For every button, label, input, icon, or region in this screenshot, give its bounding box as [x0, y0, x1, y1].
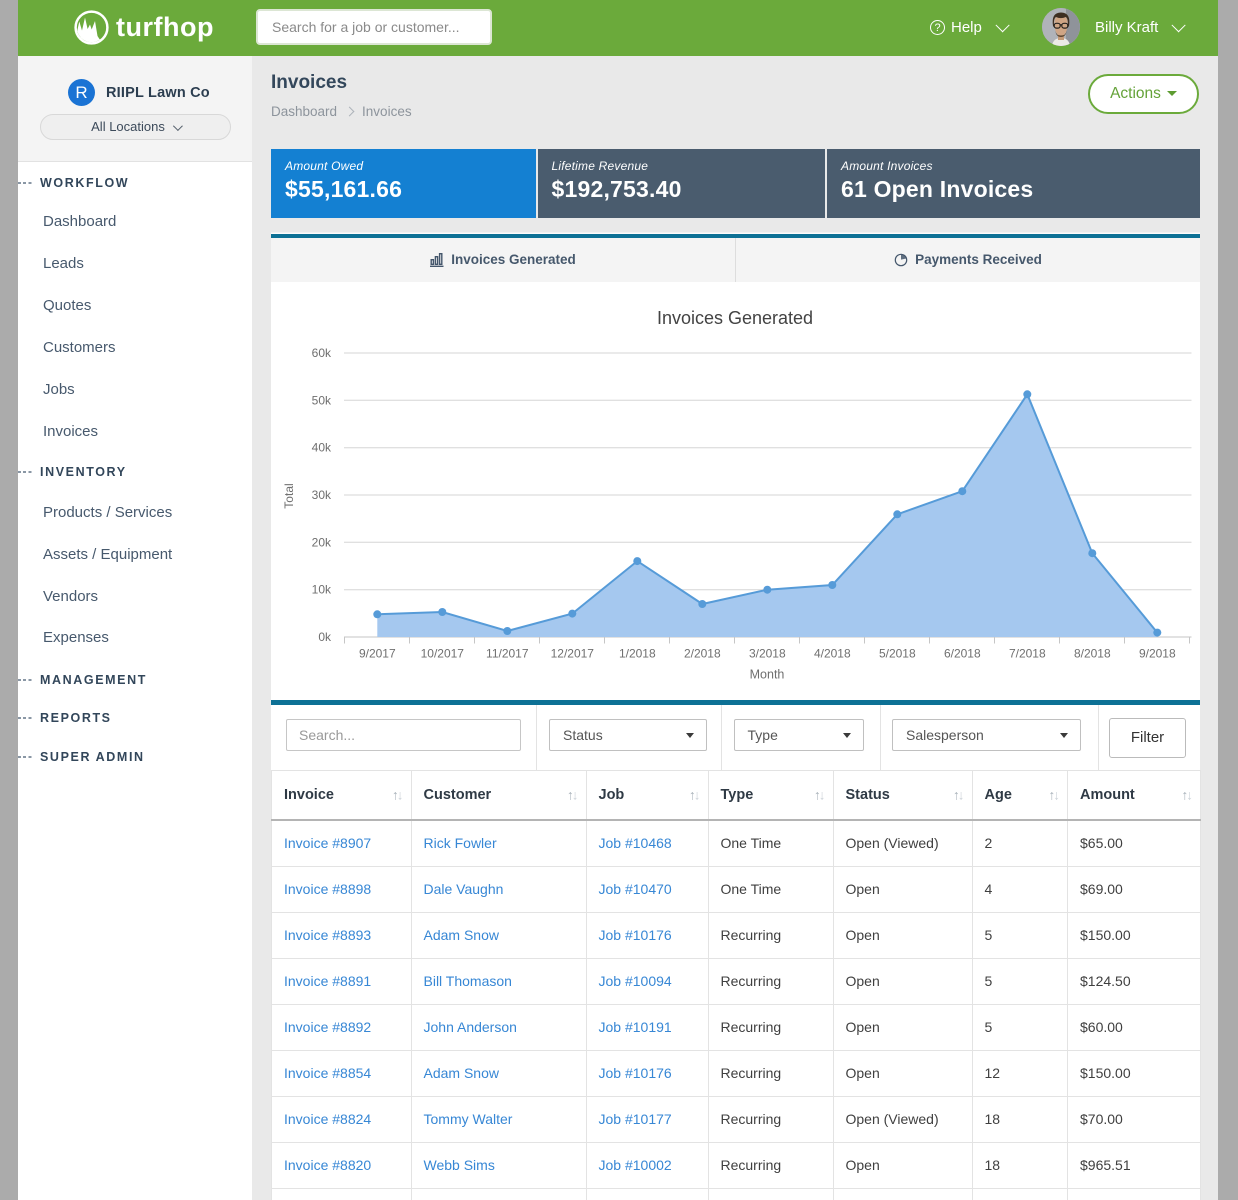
svg-text:1/2018: 1/2018 [619, 646, 656, 660]
svg-text:7/2018: 7/2018 [1009, 646, 1046, 660]
svg-text:8/2018: 8/2018 [1074, 646, 1111, 660]
svg-text:4/2018: 4/2018 [814, 646, 851, 660]
svg-text:20k: 20k [312, 535, 332, 549]
svg-text:5/2018: 5/2018 [879, 646, 916, 660]
svg-text:Total: Total [282, 483, 296, 508]
svg-text:40k: 40k [312, 440, 332, 454]
svg-text:60k: 60k [312, 346, 332, 360]
svg-text:Invoices Generated: Invoices Generated [657, 308, 813, 328]
svg-text:10k: 10k [312, 582, 332, 596]
svg-text:0k: 0k [318, 630, 332, 644]
svg-text:12/2017: 12/2017 [551, 646, 595, 660]
svg-text:Month: Month [750, 667, 785, 681]
svg-text:3/2018: 3/2018 [749, 646, 786, 660]
svg-text:6/2018: 6/2018 [944, 646, 981, 660]
svg-text:30k: 30k [312, 488, 332, 502]
svg-text:10/2017: 10/2017 [421, 646, 465, 660]
svg-text:9/2017: 9/2017 [359, 646, 396, 660]
svg-text:50k: 50k [312, 393, 332, 407]
svg-text:2/2018: 2/2018 [684, 646, 721, 660]
svg-text:11/2017: 11/2017 [486, 646, 529, 660]
svg-text:9/2018: 9/2018 [1139, 646, 1176, 660]
